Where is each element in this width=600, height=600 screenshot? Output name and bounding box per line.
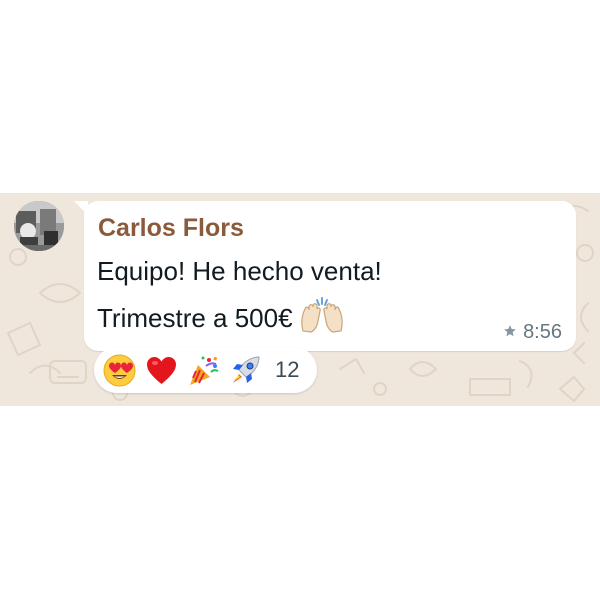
heart-eyes-icon [103, 354, 136, 387]
raising-hands-icon [299, 297, 345, 339]
message-text-line-2: Trimestre a 500€ [97, 297, 345, 339]
rocket-icon [229, 354, 262, 387]
message-time: 8:56 [523, 321, 562, 343]
avatar-photo [14, 201, 64, 251]
reaction-count: 12 [275, 357, 300, 382]
sender-name[interactable]: Carlos Flors [98, 215, 244, 241]
message-bubble[interactable]: Carlos Flors Equipo! He hecho venta! Tri… [84, 201, 576, 351]
star-icon [503, 321, 517, 343]
red-heart-icon [145, 354, 178, 387]
avatar[interactable] [14, 201, 64, 251]
message-text-line-1: Equipo! He hecho venta! [97, 256, 382, 286]
message-meta: 8:56 [503, 321, 562, 343]
message-text-line-2-text: Trimestre a 500€ [97, 303, 293, 333]
party-popper-icon [187, 354, 220, 387]
reactions-bar[interactable]: 12 [94, 347, 317, 393]
